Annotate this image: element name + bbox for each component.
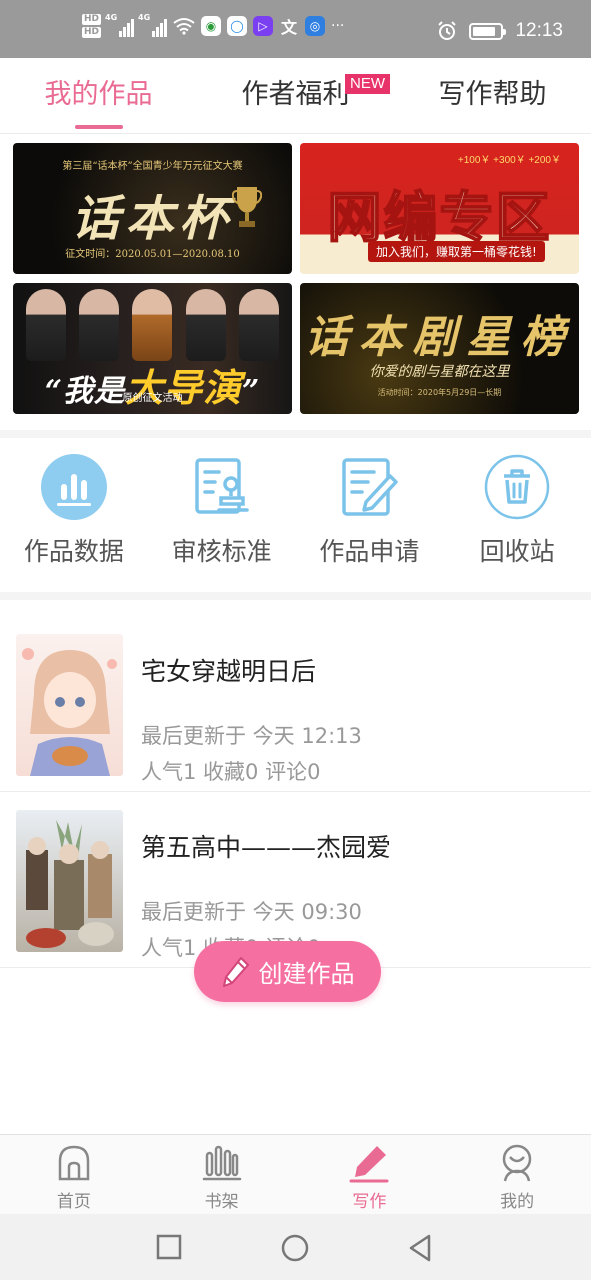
recent-apps-icon[interactable] (156, 1234, 182, 1260)
nav-me[interactable]: 我的 (443, 1135, 591, 1214)
entry-work-apply[interactable]: 作品申请 (296, 446, 444, 592)
signal-2-tag: 4G (138, 13, 151, 22)
entry-review-standard[interactable]: 审核标准 (148, 446, 296, 592)
home-icon (58, 1145, 90, 1181)
hd-indicator: HD HD (82, 14, 102, 38)
create-work-button[interactable]: 创建作品 (194, 941, 381, 1002)
banner-4-title: 话本剧星榜 (304, 312, 575, 363)
hd-badge-bottom: HD (82, 27, 102, 38)
nav-bookshelf-label: 书架 (204, 1192, 239, 1212)
work-title: 宅女穿越明日后 (141, 657, 317, 686)
more-notifications-icon: ··· (331, 18, 345, 34)
work-list-item[interactable]: 宅女穿越明日后 最后更新于 今天 12:13 人气1 收藏0 评论0 (0, 616, 591, 792)
signal-1-tag: 4G (105, 13, 118, 22)
clock: 12:13 (515, 20, 563, 41)
quick-entry-bar: 作品数据 审核标准 作品申请 回收站 (0, 446, 591, 592)
wifi-icon (173, 18, 195, 35)
bar-chart-icon (40, 454, 107, 520)
entry-review-standard-label: 审核标准 (171, 537, 272, 566)
active-tab-indicator (74, 125, 123, 129)
create-work-label: 创建作品 (258, 960, 355, 988)
banner-2-coins: +100￥ +300￥ +200￥ (457, 155, 561, 166)
nav-home-label: 首页 (56, 1192, 91, 1212)
back-icon[interactable] (407, 1234, 433, 1262)
work-updated-time: 最后更新于 今天 12:13 (141, 724, 362, 748)
edit-document-icon (342, 458, 399, 516)
pencil-icon (222, 956, 249, 987)
banner-1-subtitle: 第三届“话本杯”全国青少年万元征文大赛 (62, 161, 243, 172)
nav-write-label: 写作 (352, 1192, 387, 1212)
nav-bookshelf[interactable]: 书架 (148, 1135, 296, 1214)
banner-editor-zone[interactable]: +100￥ +300￥ +200￥ 网编专区 加入我们，赚取第一桶零花钱! (300, 143, 579, 274)
work-updated-time: 最后更新于 今天 09:30 (141, 900, 362, 924)
tab-writing-help-label: 写作帮助 (438, 79, 547, 110)
entry-work-apply-label: 作品申请 (319, 537, 420, 566)
nav-write[interactable]: 写作 (296, 1135, 444, 1214)
work-cover-image (16, 634, 123, 776)
app-notification-icon: ◎ (305, 16, 326, 36)
top-tab-bar: 我的作品 作者福利 NEW 写作帮助 (0, 58, 591, 134)
bottom-nav: 首页 书架 写作 我的 (0, 1134, 591, 1214)
work-title: 第五高中———杰园爱 (141, 833, 392, 862)
banner-4-subtitle: 你爱的剧与星都在这里 (369, 364, 510, 380)
banner-grid: 第三届“话本杯”全国青少年万元征文大赛 话本杯 征文时间：2020.05.01—… (13, 143, 579, 414)
banner-director[interactable]: “我是大导演” 原创征文活动 (13, 283, 292, 414)
work-cover-image (16, 810, 123, 952)
banner-1-date: 征文时间：2020.05.01—2020.08.10 (65, 249, 240, 260)
bookshelf-icon (202, 1145, 241, 1181)
banner-star-ranking[interactable]: 话本剧星榜 你爱的剧与星都在这里 活动时间：2020年5月29日—长期 (300, 283, 579, 414)
tab-author-benefits-label: 作者福利 (241, 79, 350, 110)
trophy-icon (232, 187, 262, 227)
banner-huaben-cup[interactable]: 第三届“话本杯”全国青少年万元征文大赛 话本杯 征文时间：2020.05.01—… (13, 143, 292, 274)
work-stats: 人气1 收藏0 评论0 (141, 760, 321, 784)
nav-me-label: 我的 (500, 1192, 535, 1212)
section-divider (0, 592, 591, 600)
alarm-icon (438, 21, 457, 40)
system-navigation-bar (0, 1214, 591, 1280)
entry-recycle-bin[interactable]: 回收站 (443, 446, 591, 592)
banner-3-foot: 原创征文活动 (122, 393, 183, 404)
status-bar: HD HD 4G 4G ◉ ◯ ▷ 文 ◎ ··· 12:13 (0, 0, 591, 58)
new-badge: NEW (345, 74, 390, 94)
battery-icon (469, 22, 507, 40)
hd-badge-top: HD (82, 14, 102, 25)
app-notification-icon: ◯ (227, 16, 248, 36)
tab-my-works-label: 我的作品 (44, 79, 153, 110)
translate-icon: 文 (281, 18, 298, 37)
review-standard-icon (194, 458, 249, 514)
profile-icon (502, 1144, 532, 1182)
tab-author-benefits[interactable]: 作者福利 NEW (197, 58, 394, 133)
tab-my-works[interactable]: 我的作品 (0, 58, 197, 133)
tab-writing-help[interactable]: 写作帮助 (394, 58, 591, 133)
home-circle-icon[interactable] (281, 1234, 309, 1262)
banner-2-subtitle: 加入我们，赚取第一桶零花钱! (368, 241, 545, 262)
status-left: HD HD 4G 4G ◉ ◯ ▷ 文 ◎ ··· (82, 13, 345, 38)
entry-work-data-label: 作品数据 (23, 537, 124, 566)
entry-work-data[interactable]: 作品数据 (0, 446, 148, 592)
status-right: 12:13 (437, 20, 563, 42)
section-divider (0, 430, 591, 438)
app-notification-icon: ◉ (201, 16, 222, 36)
nav-home[interactable]: 首页 (0, 1135, 148, 1214)
trash-icon (484, 454, 550, 520)
pen-icon (349, 1146, 389, 1183)
signal-icon-1: 4G (105, 13, 135, 37)
signal-icon-2: 4G (138, 13, 168, 37)
entry-recycle-bin-label: 回收站 (479, 537, 555, 566)
banner-4-date: 活动时间：2020年5月29日—长期 (377, 388, 502, 397)
video-app-icon: ▷ (253, 16, 274, 36)
